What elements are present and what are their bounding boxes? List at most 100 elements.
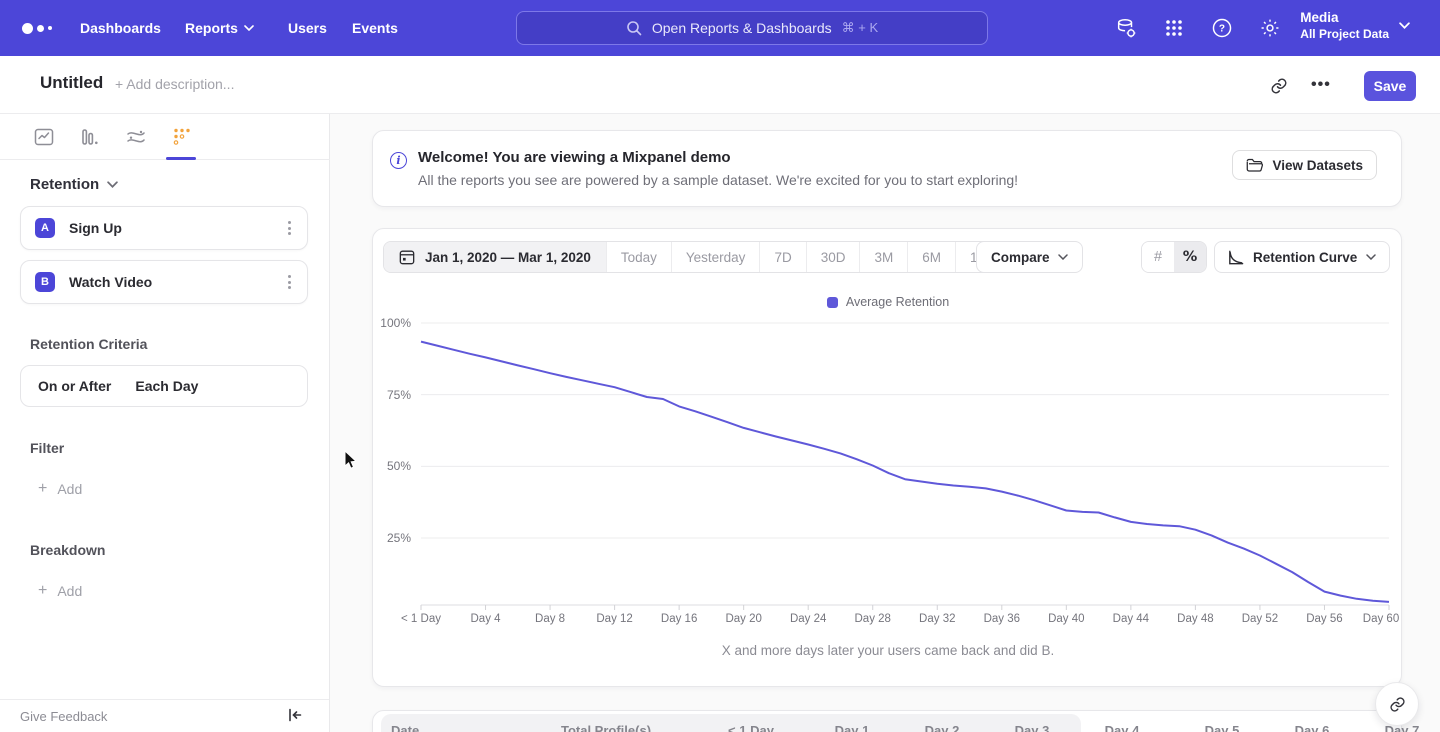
report-type-tabs <box>0 114 330 160</box>
nav-dashboards[interactable]: Dashboards <box>80 0 161 56</box>
retention-criteria-heading: Retention Criteria <box>30 336 147 352</box>
project-scope: All Project Data <box>1300 27 1389 42</box>
retention-criteria-card[interactable]: On or After Each Day <box>20 365 308 407</box>
preset-7d[interactable]: 7D <box>759 242 805 272</box>
table-column-header[interactable]: Day 4 <box>1105 723 1140 732</box>
add-filter-button[interactable]: + Add <box>38 481 82 497</box>
tab-funnels[interactable] <box>78 125 102 149</box>
banner-title: Welcome! You are viewing a Mixpanel demo <box>418 149 731 166</box>
step-b-badge: B <box>35 272 55 292</box>
save-button[interactable]: Save <box>1364 71 1416 101</box>
collapse-sidebar-icon[interactable] <box>287 707 305 725</box>
top-nav: Dashboards Reports Users Events Open Rep… <box>0 0 1440 56</box>
banner-subtitle: All the reports you see are powered by a… <box>418 172 1018 188</box>
step-a-menu-icon[interactable] <box>284 217 295 239</box>
search-placeholder: Open Reports & Dashboards <box>652 20 832 36</box>
date-range-button[interactable]: Jan 1, 2020 — Mar 1, 2020 <box>384 242 606 272</box>
retention-curve-icon <box>1228 250 1244 265</box>
svg-text:?: ? <box>1219 24 1225 35</box>
step-b-card[interactable]: B Watch Video <box>20 260 308 304</box>
table-column-header[interactable]: Day 5 <box>1205 723 1240 732</box>
report-title[interactable]: Untitled <box>40 73 103 93</box>
chevron-down-icon <box>1366 254 1376 260</box>
sidebar-footer: Give Feedback <box>0 699 329 732</box>
preset-30d[interactable]: 30D <box>806 242 860 272</box>
chevron-down-icon <box>244 25 254 31</box>
more-options-button[interactable]: ••• <box>1311 76 1331 94</box>
search-icon <box>626 20 642 36</box>
retention-section-toggle[interactable]: Retention <box>30 176 118 193</box>
x-tick-label: Day 60 <box>1341 613 1421 625</box>
table-column-header[interactable]: < 1 Day <box>728 723 774 732</box>
criteria-interval[interactable]: Each Day <box>135 378 198 394</box>
table-column-header[interactable]: Day 2 <box>925 723 960 732</box>
project-selector[interactable]: Media All Project Data <box>1300 9 1410 42</box>
project-name: Media <box>1300 9 1389 27</box>
view-datasets-button[interactable]: View Datasets <box>1232 150 1377 180</box>
tab-retention[interactable] <box>170 125 194 149</box>
step-a-badge: A <box>35 218 55 238</box>
help-icon[interactable]: ? <box>1210 16 1234 40</box>
add-description-field[interactable]: + Add description... <box>115 76 234 92</box>
table-column-header[interactable]: Total Profile(s) <box>561 723 651 732</box>
retention-line-chart[interactable] <box>373 281 1403 631</box>
retention-table-card: Date Total Profile(s) < 1 Day Day 1 Day 2 Day… <box>372 710 1402 732</box>
tab-insights[interactable] <box>32 125 56 149</box>
folder-icon <box>1246 158 1263 172</box>
criteria-mode[interactable]: On or After <box>38 378 111 394</box>
chart-caption: X and more days later your users came ba… <box>373 643 1403 658</box>
tab-flows[interactable] <box>124 125 148 149</box>
give-feedback-link[interactable]: Give Feedback <box>20 709 107 724</box>
chevron-down-icon <box>107 181 118 188</box>
nav-reports[interactable]: Reports <box>185 0 254 56</box>
average-retention-line[interactable] <box>421 342 1389 602</box>
preset-3m[interactable]: 3M <box>859 242 907 272</box>
link-icon <box>1389 696 1406 713</box>
logo-dot <box>37 25 44 32</box>
apps-grid-icon[interactable] <box>1162 16 1186 40</box>
step-a-card[interactable]: A Sign Up <box>20 206 308 250</box>
nav-events[interactable]: Events <box>352 0 398 56</box>
welcome-banner: i Welcome! You are viewing a Mixpanel de… <box>372 130 1402 207</box>
preset-today[interactable]: Today <box>606 242 671 272</box>
count-toggle-button[interactable]: # <box>1142 242 1174 272</box>
date-range-group: Jan 1, 2020 — Mar 1, 2020 TodayYesterday… <box>383 241 1011 273</box>
step-b-menu-icon[interactable] <box>284 271 295 293</box>
date-presets: TodayYesterday7D30D3M6M12M <box>606 242 1010 272</box>
mixpanel-logo-icon[interactable] <box>22 0 52 56</box>
preset-6m[interactable]: 6M <box>907 242 955 272</box>
percent-toggle-button[interactable]: % <box>1174 242 1206 272</box>
calendar-icon <box>399 249 415 265</box>
search-input[interactable]: Open Reports & Dashboards ⌘ + K <box>516 11 988 45</box>
data-management-icon[interactable] <box>1114 16 1138 40</box>
breakdown-heading: Breakdown <box>30 542 105 558</box>
table-column-header[interactable]: Day 1 <box>835 723 870 732</box>
search-shortcut: ⌘ + K <box>842 20 879 36</box>
retention-chart-card: Jan 1, 2020 — Mar 1, 2020 TodayYesterday… <box>372 228 1402 687</box>
value-format-toggle: # % <box>1141 241 1207 273</box>
add-breakdown-button[interactable]: + Add <box>38 583 82 599</box>
compare-button[interactable]: Compare <box>976 241 1083 273</box>
chevron-down-icon <box>1058 254 1068 260</box>
preset-yesterday[interactable]: Yesterday <box>671 242 760 272</box>
plus-icon: + <box>38 482 47 496</box>
copy-link-icon[interactable] <box>1270 77 1288 95</box>
logo-dot <box>48 26 52 30</box>
logo-dot <box>22 23 33 34</box>
report-header: Untitled + Add description... ••• <box>0 56 1440 114</box>
settings-gear-icon[interactable] <box>1258 16 1282 40</box>
sidebar: Retention A Sign Up B Watch Video Retent… <box>0 114 330 732</box>
plus-icon: + <box>38 584 47 598</box>
nav-users[interactable]: Users <box>288 0 327 56</box>
active-tab-indicator <box>166 157 196 160</box>
table-column-header[interactable]: Day 6 <box>1295 723 1330 732</box>
step-a-label: Sign Up <box>69 220 122 236</box>
step-b-label: Watch Video <box>69 274 152 290</box>
table-column-header[interactable]: Date <box>391 723 419 732</box>
share-link-button[interactable] <box>1375 682 1419 726</box>
table-column-header[interactable]: Day 3 <box>1015 723 1050 732</box>
info-icon: i <box>390 152 407 169</box>
mixpanel-retention-report: Dashboards Reports Users Events Open Rep… <box>0 0 1440 732</box>
filter-heading: Filter <box>30 440 64 456</box>
chart-type-dropdown[interactable]: Retention Curve <box>1214 241 1390 273</box>
